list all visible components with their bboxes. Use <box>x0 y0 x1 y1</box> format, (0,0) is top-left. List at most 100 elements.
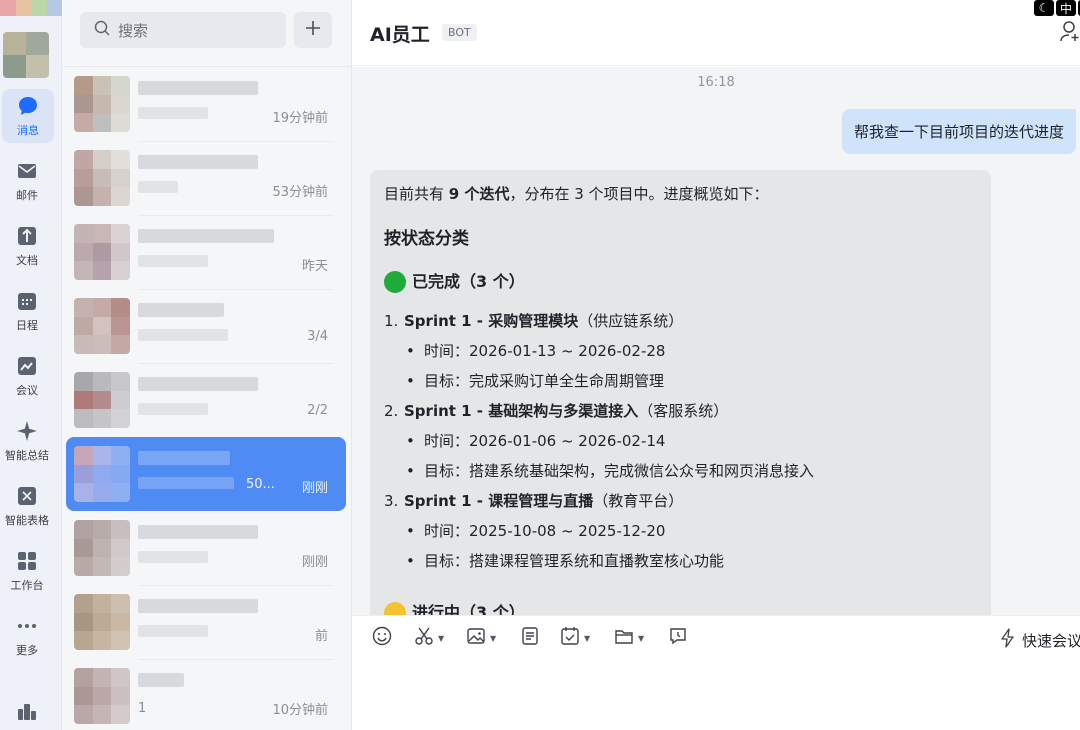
nav-item-smart-table[interactable]: 智能表格 <box>0 479 54 533</box>
blurred-name <box>138 599 258 613</box>
nav-label: 消息 <box>17 123 39 137</box>
conversation-item-active[interactable]: 50... 刚刚 <box>66 437 346 511</box>
folder-button[interactable]: ▼ <box>614 626 644 650</box>
sprint-detail: • 时间：2026-01-06 ~ 2026-02-14 <box>406 431 666 450</box>
conversation-item[interactable]: 1 10分钟前 <box>66 659 346 730</box>
blurred-name <box>138 303 224 317</box>
chevron-down-icon: ▼ <box>584 633 591 643</box>
note-button[interactable] <box>520 626 540 650</box>
search-box[interactable]: 搜索 <box>80 12 286 48</box>
nav-label: 邮件 <box>16 188 38 202</box>
detail-label: 时间： <box>424 341 470 360</box>
section-heading: 按状态分类 <box>384 229 469 249</box>
nav-item-mail[interactable]: 邮件 <box>0 154 54 208</box>
blurred-preview <box>138 403 208 415</box>
bot-message-bubble[interactable]: 目前共有 9 个迭代，分布在 3 个项目中。进度概览如下： 按状态分类 已完成（… <box>370 170 991 615</box>
scissors-icon <box>414 626 434 650</box>
task-button[interactable]: ▼ <box>560 626 590 650</box>
blurred-preview <box>138 477 234 489</box>
nav-label: 更多 <box>16 643 38 657</box>
bot-badge: BOT <box>442 24 477 41</box>
add-member-icon[interactable] <box>1060 20 1080 46</box>
nav-item-more[interactable]: 更多 <box>0 609 54 663</box>
chat-title: AI员工 <box>370 24 430 46</box>
chevron-down-icon: ▼ <box>490 633 497 643</box>
emoji-icon <box>372 626 392 650</box>
status-group-in-progress: 进行中（3 个） <box>384 600 525 615</box>
sprint-project: （教育平台） <box>593 491 684 510</box>
nav-item-smart-summary[interactable]: 智能总结 <box>0 414 54 468</box>
doc-icon <box>16 225 38 247</box>
conversation-avatar <box>74 372 130 428</box>
blurred-name <box>138 525 258 539</box>
window-color-strip <box>0 0 62 16</box>
sprint-detail: • 时间：2025-10-08 ~ 2025-12-20 <box>406 521 666 540</box>
sprint-goal: 搭建课程管理系统和直播教室核心功能 <box>469 551 725 570</box>
conversation-item[interactable]: 刚刚 <box>66 511 346 586</box>
folder-icon <box>614 626 634 650</box>
apps-icon <box>16 700 38 722</box>
nav-item-meeting[interactable]: 会议 <box>0 349 54 403</box>
sprint-name: Sprint 1 - 课程管理与直播 <box>404 491 594 510</box>
blurred-preview <box>138 551 208 563</box>
emoji-button[interactable] <box>372 626 392 650</box>
conversation-item[interactable]: 53分钟前 <box>66 141 346 216</box>
sprint-project: （客服系统） <box>638 401 729 420</box>
blurred-name <box>138 81 258 95</box>
conversation-item[interactable]: 前 <box>66 585 346 660</box>
conversation-item[interactable]: 19分钟前 <box>66 67 346 142</box>
conversation-item[interactable]: 2/2 <box>66 363 346 438</box>
sprint-goal: 搭建系统基础架构，完成微信公众号和网页消息接入 <box>469 461 815 480</box>
intro-highlight: 9 个迭代 <box>448 185 510 203</box>
moon-icon: ☾ <box>1034 0 1054 16</box>
conversation-count: 1 <box>138 701 147 716</box>
chat-header: AI员工 BOT ☾ 中 <box>352 0 1080 66</box>
sprint-detail: • 目标：完成采购订单全生命周期管理 <box>406 371 665 390</box>
user-avatar[interactable] <box>3 32 49 78</box>
nav-item-docs[interactable]: 文档 <box>0 219 54 273</box>
nav-item-calendar[interactable]: 日程 <box>0 284 54 338</box>
more-icon <box>16 615 38 637</box>
quick-meeting-button[interactable]: 快速会议 <box>1000 628 1080 652</box>
nav-label: 日程 <box>16 318 38 332</box>
sprint-item: 1. Sprint 1 - 采购管理模块（供应链系统） <box>384 309 977 333</box>
sprint-item: 2. Sprint 1 - 基础架构与多渠道接入（客服系统） <box>384 399 977 423</box>
detail-label: 目标： <box>424 461 470 480</box>
detail-label: 时间： <box>424 521 470 540</box>
bot-intro: 目前共有 9 个迭代，分布在 3 个项目中。进度概览如下： <box>384 182 977 206</box>
group-label: 已完成（3 个） <box>412 272 525 292</box>
workbench-icon <box>16 550 38 572</box>
message-area[interactable]: 16:18 帮我查一下目前项目的迭代进度 目前共有 9 个迭代，分布在 3 个项… <box>352 67 1080 615</box>
blurred-name <box>138 451 230 465</box>
search-icon <box>94 20 110 40</box>
schedule-message-button[interactable] <box>668 626 688 650</box>
screenshot-button[interactable]: ▼ <box>414 626 444 650</box>
conversation-time: 2/2 <box>307 403 328 418</box>
nav-rail: 消息 邮件 文档 日程 会议 智能总结 智能表格 工作台 更多 <box>0 0 62 730</box>
conversation-time: 19分钟前 <box>272 111 328 126</box>
message-timestamp: 16:18 <box>697 75 735 90</box>
sprint-name: Sprint 1 - 基础架构与多渠道接入 <box>404 401 639 420</box>
add-button[interactable] <box>294 12 332 48</box>
nav-item-messages[interactable]: 消息 <box>2 89 54 143</box>
sprint-time: 2026-01-13 ~ 2026-02-28 <box>469 341 666 360</box>
image-button[interactable]: ▼ <box>466 626 496 650</box>
nav-label: 会议 <box>16 383 38 397</box>
schedule-icon <box>668 626 688 650</box>
conversation-item[interactable]: 3/4 <box>66 289 346 364</box>
sprint-time: 2025-10-08 ~ 2025-12-20 <box>469 521 666 540</box>
nav-label: 智能总结 <box>5 448 49 462</box>
conversation-time: 10分钟前 <box>272 703 328 718</box>
lightning-icon <box>1000 628 1016 652</box>
nav-item-workbench[interactable]: 工作台 <box>0 544 54 598</box>
conversation-avatar <box>74 668 130 724</box>
mail-icon <box>16 160 38 182</box>
list-number: 3. <box>384 491 399 510</box>
meeting-icon <box>16 355 38 377</box>
conversation-item[interactable]: 昨天 <box>66 215 346 290</box>
user-message-bubble[interactable]: 帮我查一下目前项目的迭代进度 <box>841 109 1076 154</box>
conversation-avatar <box>74 150 130 206</box>
intro-text: ，分布在 3 个项目中。进度概览如下： <box>509 185 769 203</box>
nav-label: 文档 <box>16 253 38 267</box>
nav-item-bottom[interactable] <box>0 684 54 730</box>
